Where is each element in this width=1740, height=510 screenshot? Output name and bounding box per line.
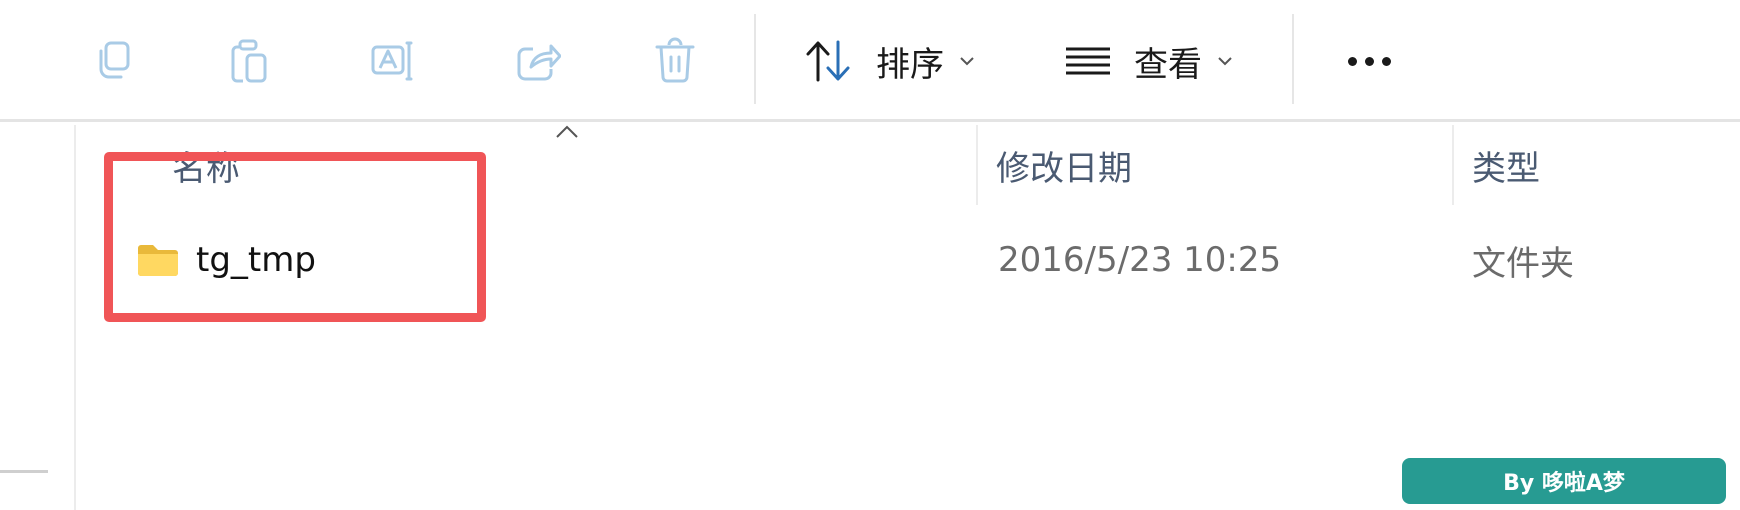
annotation-highlight-box	[104, 152, 486, 322]
file-type: 文件夹	[1472, 243, 1574, 284]
chevron-down-icon	[958, 55, 976, 67]
watermark-badge: By 哆啦A梦	[1402, 458, 1726, 504]
command-bar: 排序 查看	[0, 0, 1740, 122]
navigation-pane-divider	[0, 470, 48, 473]
paste-icon	[231, 39, 267, 83]
file-modified-cell: 2016/5/23 10:25	[998, 218, 1281, 302]
watermark-text: By 哆啦A梦	[1503, 471, 1625, 496]
copy-button[interactable]	[82, 30, 144, 92]
navigation-pane	[0, 125, 76, 510]
chevron-down-icon	[1216, 55, 1234, 67]
delete-button[interactable]	[644, 30, 706, 92]
column-resize-handle[interactable]	[976, 125, 978, 205]
column-resize-handle[interactable]	[1452, 125, 1454, 205]
file-modified-date: 2016/5/23 10:25	[998, 240, 1282, 280]
delete-icon	[655, 37, 695, 83]
rename-button[interactable]	[362, 30, 424, 92]
toolbar-separator	[1292, 14, 1294, 104]
rename-icon	[371, 41, 413, 81]
sort-arrows-icon	[804, 38, 854, 84]
more-icon-dot	[1347, 56, 1357, 66]
view-label: 查看	[1134, 44, 1202, 85]
more-icon-dot	[1364, 56, 1374, 66]
column-header-type[interactable]: 类型	[1472, 125, 1540, 205]
file-type-cell: 文件夹	[1472, 218, 1574, 302]
column-header-type-label: 类型	[1472, 148, 1540, 189]
more-icon-dot	[1381, 56, 1391, 66]
view-menu-button[interactable]: 查看	[1064, 30, 1234, 92]
share-icon	[517, 44, 561, 81]
sort-menu-button[interactable]: 排序	[804, 30, 976, 92]
paste-button[interactable]	[218, 30, 280, 92]
toolbar-separator	[754, 14, 756, 104]
sort-label: 排序	[876, 44, 944, 85]
view-list-icon	[1064, 41, 1112, 81]
column-header-modified[interactable]: 修改日期	[996, 125, 1132, 205]
more-options-button[interactable]	[1334, 30, 1404, 92]
copy-icon	[99, 41, 130, 79]
share-button[interactable]	[506, 30, 568, 92]
column-header-modified-label: 修改日期	[996, 148, 1132, 189]
